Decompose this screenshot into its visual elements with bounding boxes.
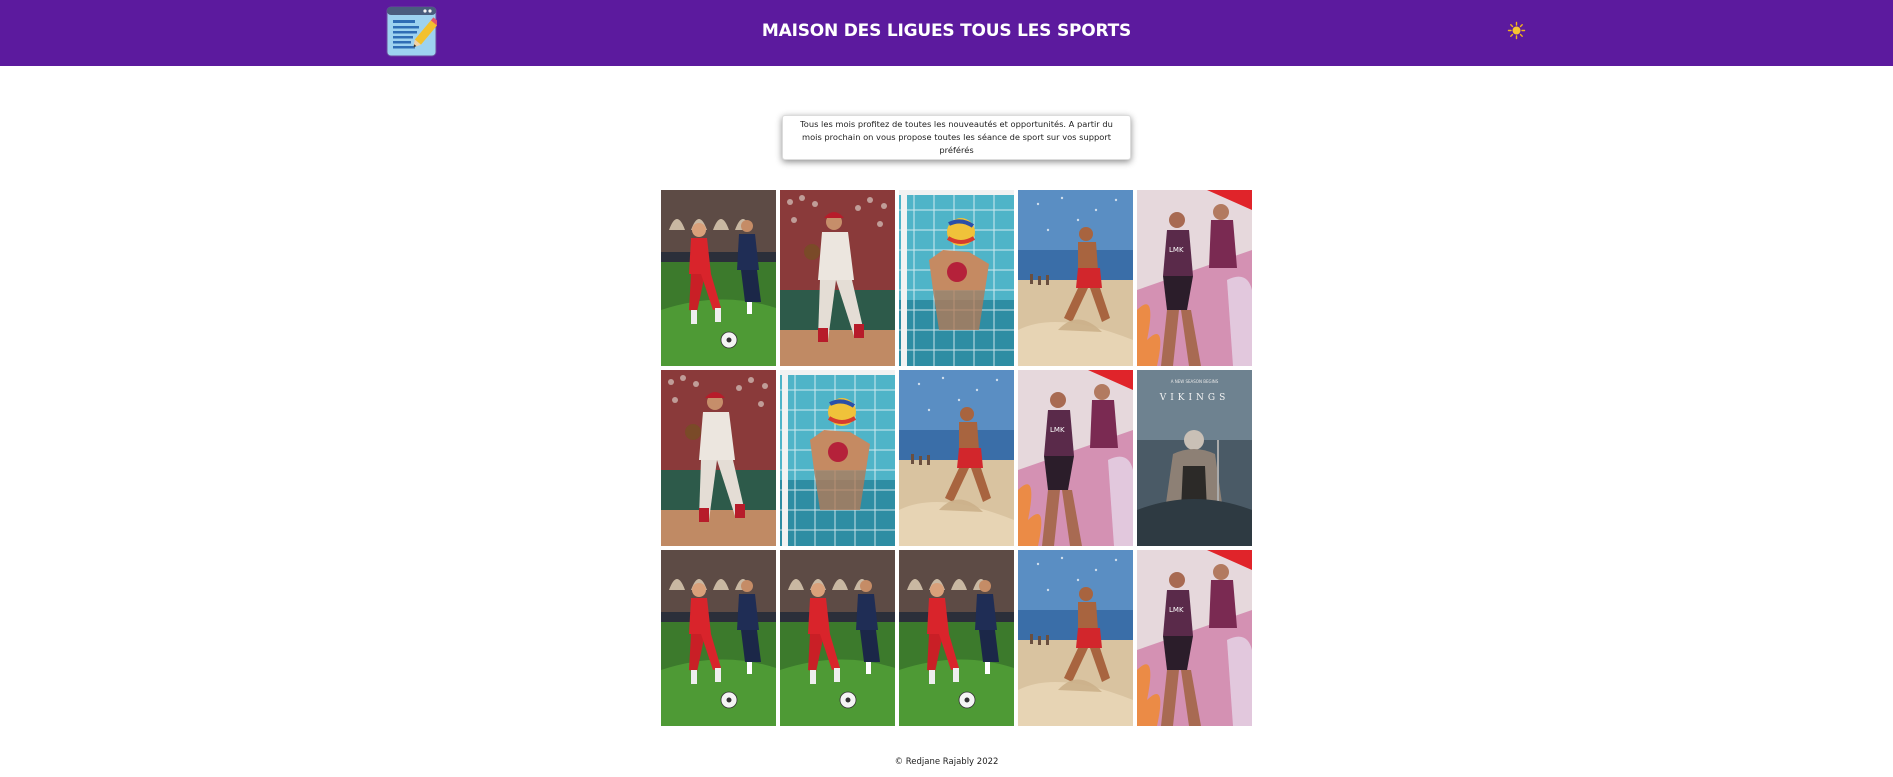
football-image — [661, 550, 776, 726]
sport-tile-baseball[interactable] — [780, 190, 895, 366]
track-runners-image: LMK — [1137, 190, 1252, 366]
baseball-image — [661, 370, 776, 546]
baseball-image — [780, 190, 895, 366]
site-title: MAISON DES LIGUES TOUS LES SPORTS — [761, 21, 1132, 41]
svg-text:A NEW SEASON BEGINS: A NEW SEASON BEGINS — [1171, 379, 1219, 384]
football-image — [780, 550, 895, 726]
beach-runner-image — [1018, 550, 1133, 726]
sport-tile-track-runners[interactable]: LMK — [1137, 190, 1252, 366]
notepad-pencil-icon[interactable] — [386, 6, 440, 57]
water-polo-image — [780, 370, 895, 546]
beach-runner-image — [899, 370, 1014, 546]
football-image — [661, 190, 776, 366]
promo-text: Tous les mois profitez de toutes les nou… — [800, 119, 1113, 155]
sport-tile-track-runners[interactable]: LMK — [1137, 550, 1252, 726]
track-runners-image: LMK — [1137, 550, 1252, 726]
track-runners-image: LMK — [1018, 370, 1133, 546]
sport-tile-track-runners[interactable]: LMK — [1018, 370, 1133, 546]
sport-tile-beach-runner[interactable] — [899, 370, 1014, 546]
site-header: MAISON DES LIGUES TOUS LES SPORTS — [0, 0, 1893, 66]
sport-tile-football[interactable] — [661, 190, 776, 366]
promo-banner: Tous les mois profitez de toutes les nou… — [782, 115, 1131, 160]
svg-text:VIKINGS: VIKINGS — [1159, 393, 1230, 403]
sport-tile-football[interactable] — [661, 550, 776, 726]
sports-gallery: LMK LMK A NEW SEASON BEGINS VIKINGS LMK — [661, 190, 1252, 726]
svg-text:LMK: LMK — [1050, 426, 1065, 434]
svg-text:LMK: LMK — [1169, 606, 1184, 614]
beach-runner-image — [1018, 190, 1133, 366]
sport-tile-football[interactable] — [899, 550, 1014, 726]
sport-tile-water-polo[interactable] — [899, 190, 1014, 366]
water-polo-image — [899, 190, 1014, 366]
sport-tile-baseball[interactable] — [661, 370, 776, 546]
sport-tile-football[interactable] — [780, 550, 895, 726]
svg-text:LMK: LMK — [1169, 246, 1184, 254]
sport-tile-beach-runner[interactable] — [1018, 190, 1133, 366]
football-image — [899, 550, 1014, 726]
sport-tile-vikings[interactable]: A NEW SEASON BEGINS VIKINGS — [1137, 370, 1252, 546]
footer-copyright: © Redjane Rajably 2022 — [894, 757, 999, 767]
sport-tile-water-polo[interactable] — [780, 370, 895, 546]
sun-icon[interactable] — [1507, 21, 1526, 40]
sport-tile-beach-runner[interactable] — [1018, 550, 1133, 726]
vikings-image: A NEW SEASON BEGINS VIKINGS — [1137, 370, 1252, 546]
